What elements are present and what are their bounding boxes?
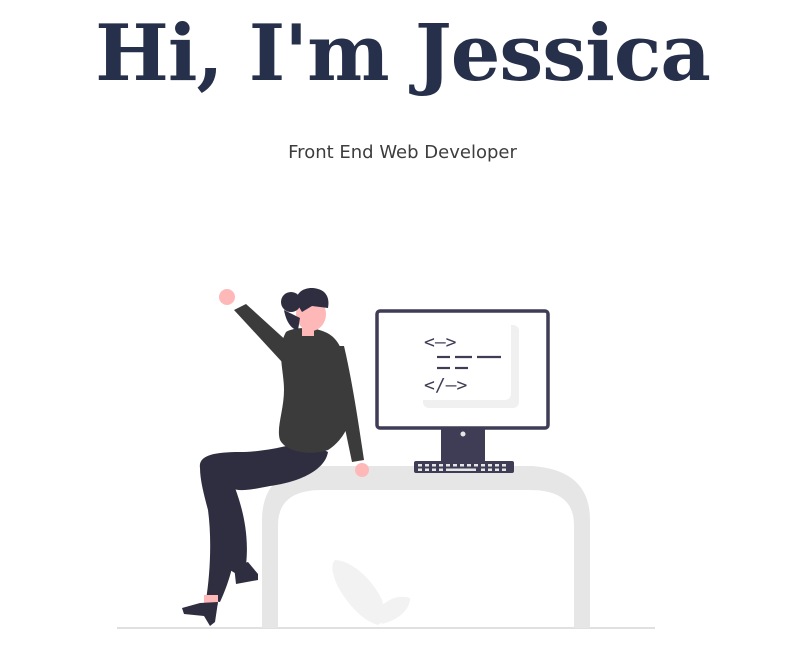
code-line-1: <—> (424, 332, 457, 353)
leaf-decoration (332, 560, 410, 625)
code-line-3: </—> (424, 375, 468, 396)
developer-illustration: <—> </—> (117, 288, 655, 629)
monitor-power-light (460, 431, 466, 437)
desk (262, 466, 590, 628)
monitor (375, 309, 550, 430)
monitor-stand (441, 426, 485, 462)
hero-section: Hi, I'm Jessica Front End Web Developer (0, 0, 805, 665)
keyboard (414, 461, 514, 473)
